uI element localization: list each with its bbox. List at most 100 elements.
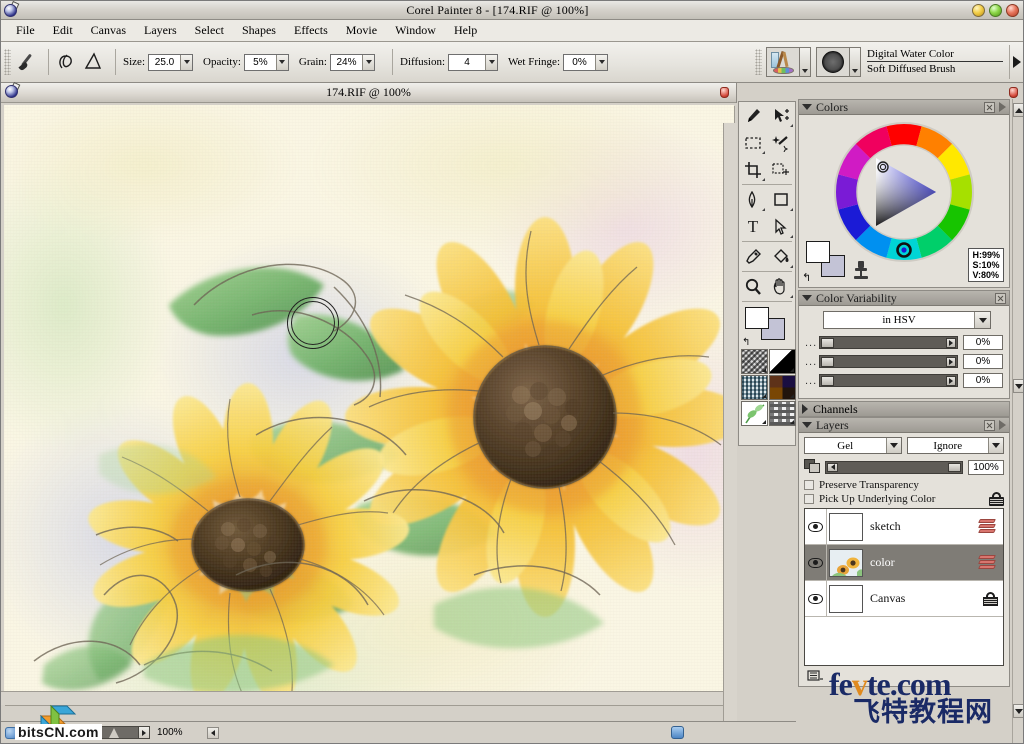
gradient-selector[interactable] bbox=[769, 349, 796, 374]
pen-tool[interactable] bbox=[739, 186, 767, 213]
menu-file[interactable]: File bbox=[7, 21, 44, 40]
layer-row-canvas[interactable]: Canvas bbox=[805, 581, 1003, 617]
selection-adjuster-tool[interactable] bbox=[767, 156, 795, 183]
crop-tool[interactable] bbox=[739, 156, 767, 183]
dock-resize-button[interactable] bbox=[1013, 704, 1023, 718]
wet-fringe-input[interactable]: 0% bbox=[563, 53, 608, 71]
zoom-slider-end-button[interactable] bbox=[138, 727, 149, 738]
layer-row-color[interactable]: color bbox=[805, 545, 1003, 581]
shape-selection-tool[interactable] bbox=[767, 213, 795, 240]
primary-color-swatch[interactable] bbox=[745, 307, 769, 329]
pick-up-underlying-color-checkbox[interactable] bbox=[804, 494, 814, 504]
wet-fringe-dropdown-arrow-icon[interactable] bbox=[595, 54, 607, 70]
zoom-slider[interactable] bbox=[30, 726, 150, 739]
brush-variant-button[interactable] bbox=[816, 47, 850, 77]
menu-select[interactable]: Select bbox=[186, 21, 233, 40]
magnifier-tool[interactable] bbox=[739, 273, 767, 300]
composite-method-select[interactable]: Gel bbox=[804, 437, 902, 454]
color-variability-header[interactable]: Color Variability bbox=[799, 291, 1009, 306]
variability-mode-select[interactable]: in HSV bbox=[823, 311, 991, 329]
collapse-triangle-icon[interactable] bbox=[802, 104, 812, 110]
paper-selector[interactable] bbox=[741, 349, 768, 374]
swap-colors-icon[interactable]: ↰ bbox=[802, 271, 811, 284]
looks-selector[interactable] bbox=[769, 401, 796, 426]
value-variability-slider[interactable] bbox=[819, 374, 958, 387]
opacity-input[interactable]: 5% bbox=[243, 53, 289, 71]
channels-palette-strip[interactable]: Channels bbox=[798, 401, 1010, 417]
close-icon[interactable] bbox=[984, 419, 995, 431]
dropper-tool[interactable] bbox=[739, 243, 767, 270]
new-layer-icon[interactable] bbox=[807, 668, 825, 684]
grain-input[interactable]: 24% bbox=[330, 53, 375, 71]
close-icon[interactable] bbox=[995, 292, 1006, 304]
weave-selector[interactable] bbox=[769, 375, 796, 400]
opacity-dropdown-arrow-icon[interactable] bbox=[275, 54, 288, 70]
menu-shapes[interactable]: Shapes bbox=[233, 21, 285, 40]
text-tool[interactable]: T bbox=[739, 213, 767, 240]
menu-help[interactable]: Help bbox=[445, 21, 486, 40]
layer-visibility-toggle[interactable] bbox=[805, 581, 827, 616]
grabber-tool[interactable] bbox=[767, 273, 795, 300]
menu-movie[interactable]: Movie bbox=[337, 21, 386, 40]
brush-variant-dropdown-arrow-icon[interactable] bbox=[850, 47, 861, 77]
document-vertical-scrollbar[interactable] bbox=[723, 123, 737, 723]
status-gripper[interactable] bbox=[20, 726, 26, 739]
maximize-button[interactable] bbox=[989, 3, 1002, 17]
expand-icon[interactable] bbox=[999, 102, 1006, 112]
layer-stack-icon[interactable] bbox=[978, 554, 999, 571]
marker-icon[interactable] bbox=[671, 726, 684, 739]
lock-icon[interactable] bbox=[982, 591, 999, 606]
brush-category-dropdown-arrow-icon[interactable] bbox=[800, 47, 811, 77]
layer-visibility-toggle[interactable] bbox=[805, 509, 827, 544]
size-input[interactable]: 25.0 bbox=[148, 53, 193, 71]
menu-layers[interactable]: Layers bbox=[135, 21, 186, 40]
layer-stack-icon[interactable] bbox=[978, 518, 999, 535]
saturation-variability-value[interactable]: 0% bbox=[963, 354, 1003, 369]
close-button[interactable] bbox=[1006, 3, 1019, 17]
layers-palette-header[interactable]: Layers bbox=[799, 418, 1009, 433]
layer-adjuster-tool[interactable] bbox=[767, 102, 795, 129]
menu-edit[interactable]: Edit bbox=[44, 21, 82, 40]
composite-depth-select[interactable]: Ignore bbox=[906, 437, 1004, 454]
swap-colors-icon[interactable]: ↰ bbox=[742, 337, 750, 348]
zoom-slider-thumb[interactable] bbox=[109, 728, 119, 738]
chevron-down-icon[interactable] bbox=[885, 438, 901, 453]
clone-color-icon[interactable] bbox=[851, 259, 871, 281]
layer-row-sketch[interactable]: sketch bbox=[805, 509, 1003, 545]
menu-canvas[interactable]: Canvas bbox=[82, 21, 135, 40]
chevron-down-icon[interactable] bbox=[974, 312, 990, 328]
artwork-canvas[interactable] bbox=[4, 105, 734, 705]
close-icon[interactable] bbox=[984, 101, 995, 113]
diffusion-dropdown-arrow-icon[interactable] bbox=[485, 54, 498, 70]
brush-tool[interactable] bbox=[739, 102, 767, 129]
preserve-transparency-row[interactable]: Preserve Transparency bbox=[804, 479, 1004, 491]
grain-dropdown-arrow-icon[interactable] bbox=[362, 54, 374, 70]
scroll-down-button[interactable] bbox=[1013, 379, 1023, 393]
size-dropdown-arrow-icon[interactable] bbox=[180, 54, 192, 70]
rectangular-selection-tool[interactable] bbox=[739, 129, 767, 156]
saturation-variability-slider[interactable] bbox=[819, 355, 958, 368]
layer-opacity-slider[interactable] bbox=[825, 460, 963, 474]
scroll-up-button[interactable] bbox=[1013, 103, 1023, 117]
value-variability-value[interactable]: 0% bbox=[963, 373, 1003, 388]
diffusion-input[interactable]: 4 bbox=[448, 53, 499, 71]
collapse-triangle-icon[interactable] bbox=[802, 295, 812, 301]
rectangular-shape-tool[interactable] bbox=[767, 186, 795, 213]
minimize-button[interactable] bbox=[972, 3, 985, 17]
color-wheel[interactable] bbox=[832, 120, 976, 264]
expand-right-arrow-icon[interactable] bbox=[1009, 45, 1023, 79]
property-bar-gripper[interactable] bbox=[4, 49, 11, 75]
pattern-selector[interactable] bbox=[741, 375, 768, 400]
colors-palette-header[interactable]: Colors bbox=[799, 100, 1009, 115]
primary-color-swatch[interactable] bbox=[806, 241, 830, 263]
pick-up-underlying-color-row[interactable]: Pick Up Underlying Color bbox=[804, 492, 1004, 506]
brush-category-button[interactable] bbox=[766, 47, 800, 77]
brush-cluster-gripper[interactable] bbox=[755, 49, 762, 75]
canvas-area[interactable] bbox=[1, 103, 737, 723]
color-swatches[interactable]: ↰ bbox=[739, 303, 795, 349]
paint-bucket-tool[interactable] bbox=[767, 243, 795, 270]
brush-icon[interactable] bbox=[15, 49, 41, 75]
menu-window[interactable]: Window bbox=[386, 21, 445, 40]
magic-wand-tool[interactable] bbox=[767, 129, 795, 156]
chevron-down-icon[interactable] bbox=[988, 438, 1003, 453]
